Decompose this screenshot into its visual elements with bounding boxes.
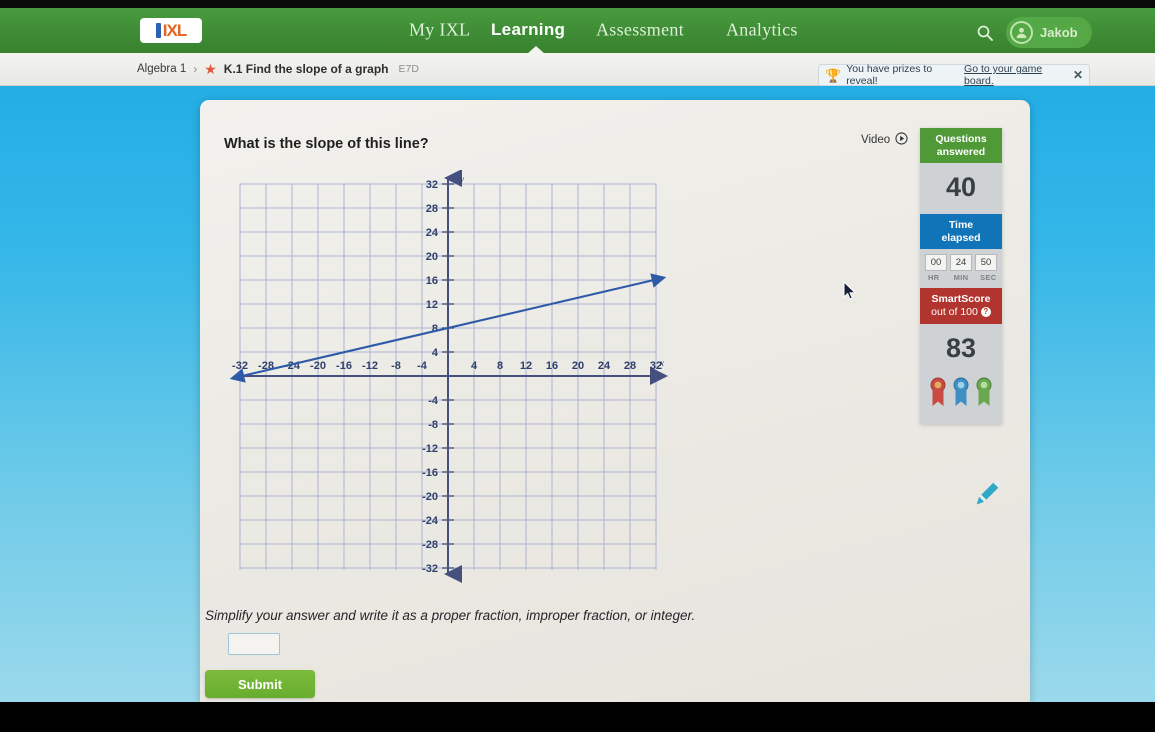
questions-answered-label-1: Questions <box>935 133 987 145</box>
browser-viewport: IXL My IXL Learning Assessment Analytics <box>0 8 1155 702</box>
mouse-cursor <box>843 280 857 306</box>
ribbon-icon-blue <box>952 377 970 412</box>
svg-text:16: 16 <box>426 275 438 287</box>
nav-item-assessment[interactable]: Assessment <box>596 20 684 41</box>
question-prompt: What is the slope of this line? <box>224 136 429 152</box>
search-icon[interactable] <box>977 25 993 41</box>
svg-text:-4: -4 <box>417 360 428 372</box>
timer-display: 00 24 50 <box>920 249 1002 272</box>
svg-text:24: 24 <box>426 227 439 239</box>
screen-bottom-bezel <box>0 702 1155 732</box>
questions-answered-value: 40 <box>945 172 977 203</box>
avatar-icon <box>1010 21 1033 44</box>
question-card: What is the slope of this line? Video 32… <box>200 100 1030 702</box>
time-elapsed-header: Time elapsed <box>920 214 1002 250</box>
svg-text:-8: -8 <box>391 360 401 372</box>
favorite-star-icon[interactable]: ★ <box>204 62 217 76</box>
svg-text:20: 20 <box>572 360 584 372</box>
video-link[interactable]: Video <box>861 132 908 148</box>
award-ribbons <box>920 375 1002 424</box>
nav-item-my-ixl[interactable]: My IXL <box>409 20 470 41</box>
svg-text:-8: -8 <box>428 419 438 431</box>
svg-text:-20: -20 <box>310 360 326 372</box>
prize-banner: 🏆 You have prizes to reveal! Go to your … <box>818 63 1090 87</box>
unit-hr: HR <box>927 273 940 283</box>
skill-code: E7D <box>398 63 419 75</box>
svg-text:4: 4 <box>471 360 478 372</box>
answer-instruction: Simplify your answer and write it as a p… <box>205 608 696 623</box>
screen-top-bezel <box>0 0 1155 8</box>
unit-sec: SEC <box>980 273 997 283</box>
ribbon-icon-green <box>975 377 993 412</box>
username-label: Jakob <box>1040 25 1078 40</box>
svg-text:-16: -16 <box>336 360 352 372</box>
timer-minutes: 24 <box>950 254 972 272</box>
close-icon[interactable]: ✕ <box>1073 68 1083 82</box>
breadcrumb-skill: K.1 Find the slope of a graph <box>223 62 389 76</box>
ixl-logo[interactable]: IXL <box>140 18 202 43</box>
timer-hours: 00 <box>925 254 947 272</box>
screen: IXL My IXL Learning Assessment Analytics <box>0 0 1155 732</box>
svg-text:y: y <box>459 174 464 184</box>
prize-message: You have prizes to reveal! <box>846 63 933 87</box>
trophy-icon: 🏆 <box>825 67 842 83</box>
svg-text:-32: -32 <box>232 360 248 372</box>
svg-text:28: 28 <box>624 360 636 372</box>
logo-text: IXL <box>162 20 187 40</box>
smartscore-sub-row: out of 100? <box>922 306 1000 319</box>
questions-answered-header: Questions answered <box>920 128 1002 164</box>
svg-text:16: 16 <box>546 360 558 372</box>
top-navigation-bar: IXL My IXL Learning Assessment Analytics <box>0 8 1155 54</box>
svg-text:12: 12 <box>520 360 532 372</box>
ribbon-icon-red <box>929 377 947 412</box>
smartscore-label: SmartScore <box>931 293 991 306</box>
svg-text:32: 32 <box>426 179 438 191</box>
nav-item-learning[interactable]: Learning <box>491 20 565 40</box>
breadcrumb-subject[interactable]: Algebra 1 <box>137 63 186 75</box>
smartscore-header: SmartScore out of 100? <box>920 288 1002 324</box>
svg-text:12: 12 <box>426 299 438 311</box>
svg-text:20: 20 <box>426 251 438 263</box>
time-elapsed-label-1: Time <box>948 219 974 232</box>
stats-panel: Questions answered 40 Time elapsed 00 24… <box>920 128 1002 424</box>
svg-text:-20: -20 <box>422 491 438 503</box>
svg-text:8: 8 <box>497 360 503 372</box>
pencil-icon[interactable] <box>968 473 1008 518</box>
answer-input[interactable] <box>228 633 280 655</box>
smartscore-sub: out of 100 <box>931 305 978 318</box>
svg-text:-32: -32 <box>422 563 438 575</box>
video-label: Video <box>861 134 891 146</box>
timer-unit-labels: HR MIN SEC <box>920 271 1002 288</box>
svg-text:x: x <box>659 358 664 368</box>
time-elapsed-label-2: elapsed <box>941 231 981 244</box>
svg-text:4: 4 <box>432 347 439 359</box>
unit-min: MIN <box>953 273 969 283</box>
svg-text:-12: -12 <box>362 360 378 372</box>
game-board-link[interactable]: Go to your game board. <box>964 63 1068 87</box>
nav-item-analytics[interactable]: Analytics <box>726 20 798 41</box>
smartscore-value: 83 <box>945 332 977 363</box>
svg-text:8: 8 <box>432 323 438 335</box>
svg-text:24: 24 <box>598 360 611 372</box>
timer-seconds: 50 <box>975 254 997 272</box>
svg-text:-4: -4 <box>428 395 439 407</box>
svg-text:-12: -12 <box>422 443 438 455</box>
user-menu-button[interactable]: Jakob <box>1006 17 1092 48</box>
svg-text:-28: -28 <box>422 539 438 551</box>
svg-text:-16: -16 <box>422 467 438 479</box>
svg-text:28: 28 <box>426 203 438 215</box>
submit-button[interactable]: Submit <box>205 670 315 698</box>
logo-bar <box>155 23 161 38</box>
svg-text:-24: -24 <box>422 515 439 527</box>
questions-answered-label-2: answered <box>936 145 986 158</box>
breadcrumb-separator: › <box>193 62 198 76</box>
breadcrumb: Algebra 1 › ★ K.1 Find the slope of a gr… <box>137 62 419 76</box>
play-circle-icon[interactable] <box>895 132 908 148</box>
help-icon[interactable]: ? <box>980 307 991 318</box>
